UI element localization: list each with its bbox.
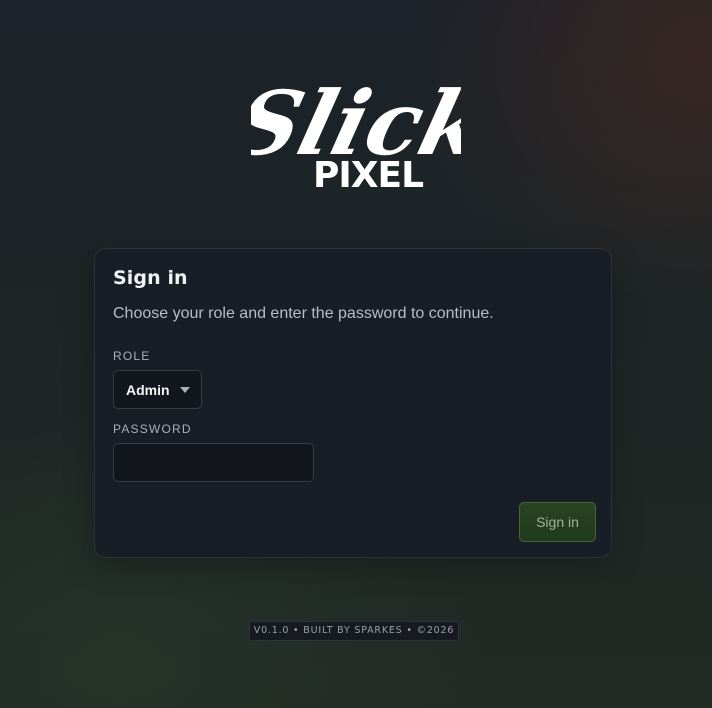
password-label: PASSWORD — [113, 422, 192, 436]
role-selected-value: Admin — [126, 382, 170, 398]
caret-down-icon — [180, 387, 190, 393]
signin-card: Sign in Choose your role and enter the p… — [94, 248, 612, 558]
signin-title: Sign in — [113, 267, 188, 289]
brand-logo: Slick PIXEL — [251, 54, 461, 194]
slick-pixel-logo: Slick PIXEL — [251, 72, 461, 194]
logo-word-text: PIXEL — [313, 155, 423, 194]
role-select[interactable]: Admin — [113, 370, 202, 409]
role-label: ROLE — [113, 349, 151, 363]
signin-button[interactable]: Sign in — [519, 502, 596, 542]
password-field[interactable] — [113, 443, 314, 482]
version-footer: V0.1.0 • BUILT BY SPARKES • ©2026 — [249, 621, 459, 641]
signin-subtitle: Choose your role and enter the password … — [113, 305, 494, 322]
